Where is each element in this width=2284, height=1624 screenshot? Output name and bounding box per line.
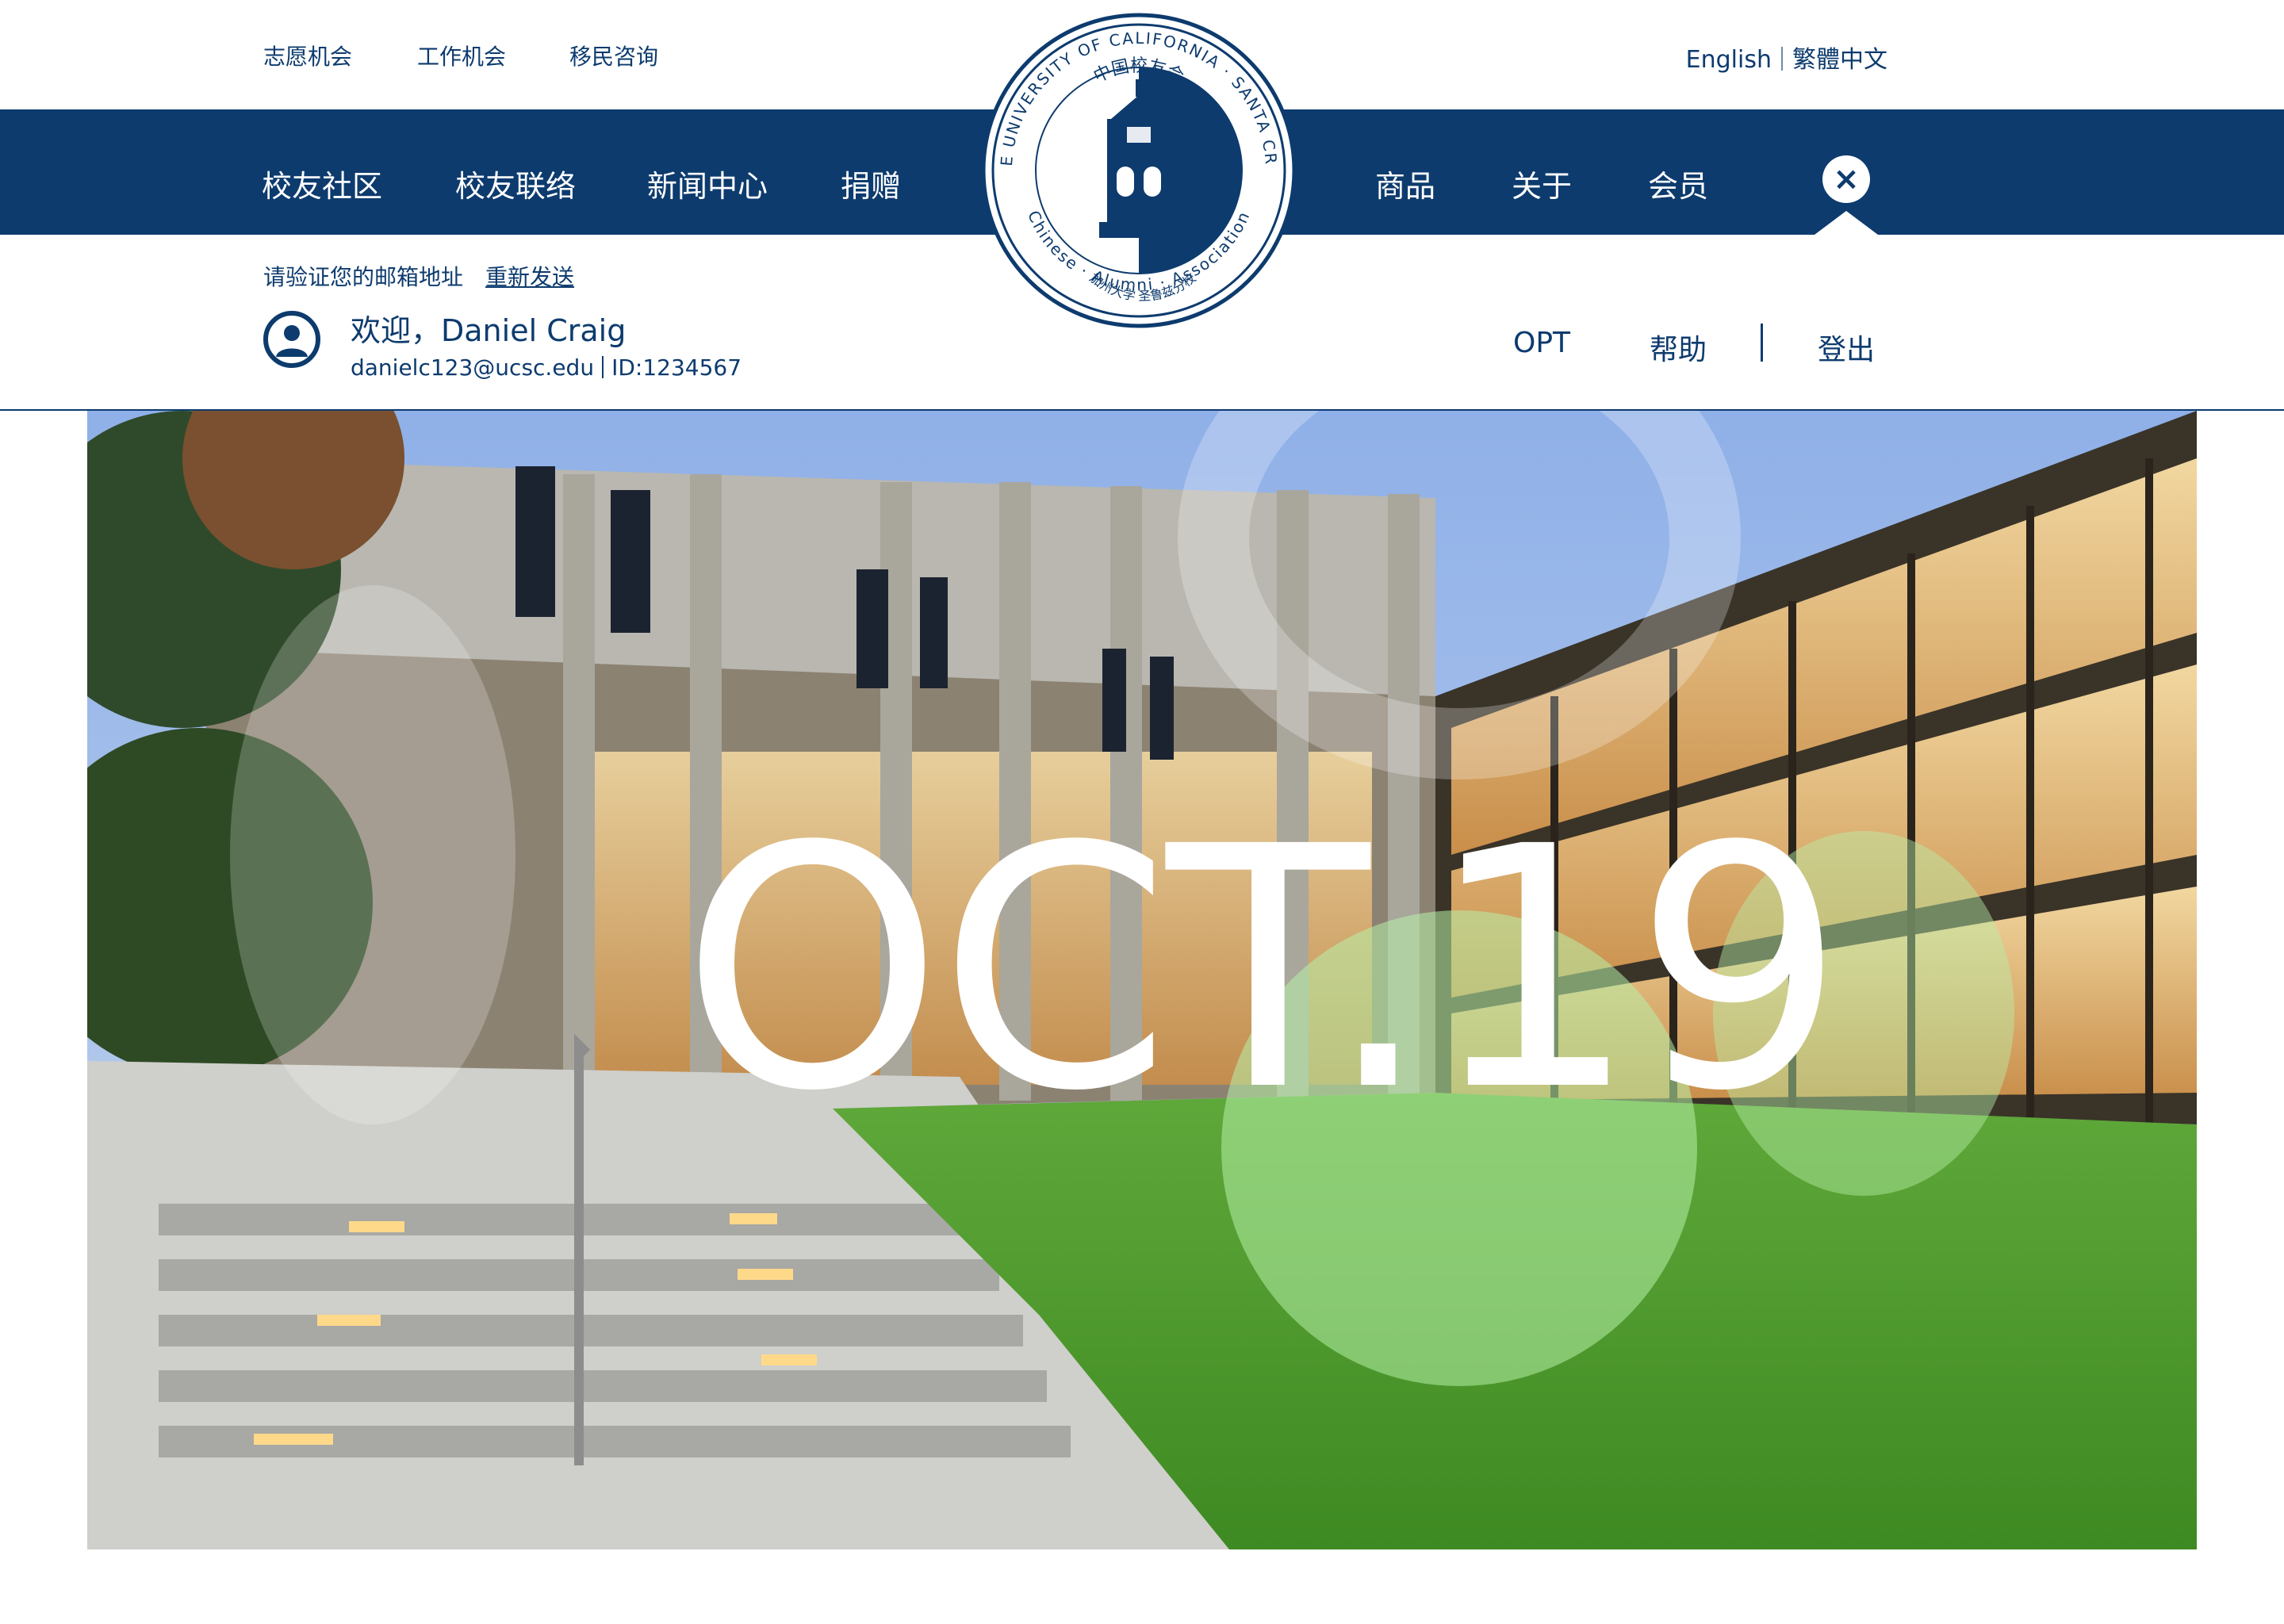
user-email: danielc123@ucsc.edu — [351, 354, 595, 381]
nav-news-center[interactable]: 新闻中心 — [647, 162, 768, 205]
dropdown-caret — [1815, 211, 1878, 235]
top-link-immigration[interactable]: 移民咨询 — [569, 40, 658, 71]
top-link-jobs[interactable]: 工作机会 — [417, 40, 506, 71]
lang-english[interactable]: English — [1686, 46, 1772, 74]
hero-image: OCT.19 — [87, 411, 2197, 1549]
nav-membership[interactable]: 会员 — [1648, 162, 1708, 205]
nav-about[interactable]: 关于 — [1512, 162, 1572, 205]
sub-nav-help[interactable]: 帮助 — [1650, 327, 1707, 368]
nav-alumni-contact[interactable]: 校友联络 — [455, 162, 576, 205]
account-divider — [602, 356, 604, 378]
top-link-volunteer[interactable]: 志愿机会 — [263, 40, 352, 71]
user-icon — [276, 325, 308, 357]
account-info: danielc123@ucsc.edu ID:1234567 — [351, 354, 742, 381]
nav-merchandise[interactable]: 商品 — [1375, 162, 1435, 205]
user-id: ID:1234567 — [611, 354, 742, 381]
hero-date-text: OCT.19 — [681, 776, 1841, 1164]
sub-nav-divider — [1761, 324, 1763, 362]
verify-email-text: 请验证您的邮箱地址 — [263, 264, 464, 290]
lang-divider — [1781, 47, 1783, 71]
avatar[interactable] — [263, 311, 320, 368]
resend-link[interactable]: 重新发送 — [485, 260, 574, 292]
logo-seal: THE UNIVERSITY OF CALIFORNIA · SANTA CRU… — [973, 0, 1297, 328]
nav-alumni-community[interactable]: 校友社区 — [262, 162, 382, 205]
welcome-text: 欢迎，Daniel Craig — [351, 313, 627, 348]
close-icon[interactable]: × — [1822, 155, 1870, 203]
language-switcher: English 繁體中文 — [1686, 40, 1887, 75]
sub-nav-logout[interactable]: 登出 — [1818, 327, 1875, 368]
hero-banner: OCT.19 — [87, 411, 2197, 1549]
association-logo[interactable]: THE UNIVERSITY OF CALIFORNIA · SANTA CRU… — [973, 0, 1297, 333]
nav-donate[interactable]: 捐赠 — [841, 162, 901, 205]
lang-traditional-chinese[interactable]: 繁體中文 — [1792, 46, 1887, 74]
sub-nav-opt[interactable]: OPT — [1513, 327, 1570, 359]
